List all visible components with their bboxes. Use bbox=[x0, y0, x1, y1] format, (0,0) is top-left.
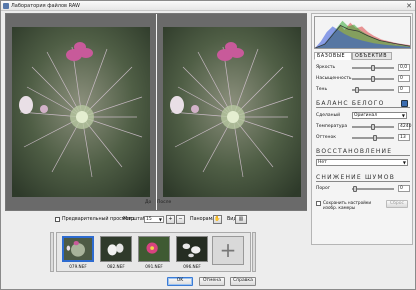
chevron-down-icon: ▼ bbox=[402, 160, 406, 165]
after-label: После bbox=[157, 200, 172, 205]
thumbnail-name: 096.NEF bbox=[183, 264, 201, 269]
save-camera-settings-label: Сохранить настройки изобр. камеры bbox=[323, 200, 372, 210]
after-photo bbox=[163, 27, 301, 197]
temperature-row: Температура 4240 bbox=[316, 123, 411, 131]
shadow-value[interactable]: 0 bbox=[398, 86, 410, 93]
tint-row: Оттенок 13 bbox=[316, 134, 411, 142]
thumbnail-item[interactable]: 096.NEF bbox=[175, 235, 209, 271]
temperature-value[interactable]: 4240 bbox=[398, 123, 411, 130]
restore-select[interactable]: Нет ▼ bbox=[316, 159, 408, 166]
cancel-button[interactable]: Отмена bbox=[199, 277, 225, 286]
tab-lens[interactable]: ОБЪЕКТИВ bbox=[352, 52, 392, 60]
tint-value[interactable]: 13 bbox=[398, 134, 410, 141]
white-balance-title: БАЛАНС БЕЛОГО bbox=[316, 100, 410, 108]
thumbnail-name: 091.NEF bbox=[145, 264, 163, 269]
title-bar: Лаборатория файлов RAW ✕ bbox=[1, 1, 415, 11]
window-title: Лаборатория файлов RAW bbox=[11, 3, 80, 9]
preview-area[interactable] bbox=[5, 13, 307, 211]
thumbnail-name: 079.NEF bbox=[69, 264, 87, 269]
zoom-in-icon[interactable]: + bbox=[166, 215, 175, 224]
thumbnail-image bbox=[100, 236, 132, 262]
tint-label: Оттенок bbox=[316, 135, 336, 140]
brightness-label: Яркость bbox=[316, 65, 336, 70]
before-label: До bbox=[145, 200, 152, 205]
histogram bbox=[314, 16, 411, 49]
save-camera-settings-checkbox[interactable] bbox=[316, 201, 321, 206]
threshold-knob[interactable] bbox=[353, 186, 357, 192]
thumbnail-item[interactable]: 079.NEF bbox=[61, 235, 95, 271]
shadow-knob[interactable] bbox=[355, 87, 360, 93]
hand-icon[interactable]: ✋ bbox=[213, 215, 222, 224]
thumbnail-image bbox=[62, 236, 94, 262]
saturation-label: Насыщенность bbox=[316, 76, 352, 81]
saturation-value[interactable]: 0 bbox=[398, 75, 410, 82]
brightness-slider[interactable] bbox=[352, 65, 394, 71]
tint-slider[interactable] bbox=[352, 135, 394, 141]
threshold-row: Порог 0 bbox=[316, 185, 411, 193]
scale-value: 15 bbox=[146, 217, 152, 222]
zoom-out-icon[interactable]: − bbox=[176, 215, 185, 224]
threshold-label: Порог bbox=[316, 186, 331, 191]
panel-tabs: БАЗОВЫЕ ОБЪЕКТИВ bbox=[314, 52, 411, 60]
after-pane bbox=[157, 14, 307, 210]
raw-lab-window: Лаборатория файлов RAW ✕ До После БАЗОВЫ… bbox=[0, 0, 416, 290]
threshold-slider[interactable] bbox=[352, 186, 394, 192]
chevron-down-icon: ▼ bbox=[401, 113, 405, 118]
brightness-value[interactable]: 0,0 bbox=[398, 64, 410, 71]
restore-title: ВОССТАНОВЛЕНИЕ bbox=[316, 148, 410, 156]
scale-label: Масштаб bbox=[123, 217, 146, 222]
preview-toolbar: Предварительный просмотр Масштаб 15 ▼ + … bbox=[51, 215, 311, 225]
tint-knob[interactable] bbox=[372, 135, 377, 141]
saturation-row: Насыщенность 0 bbox=[316, 75, 411, 83]
plus-icon[interactable]: + bbox=[212, 236, 244, 265]
restore-value: Нет bbox=[318, 160, 327, 165]
before-pane bbox=[6, 14, 156, 210]
shadow-row: Тень 0 bbox=[316, 86, 411, 94]
reset-button[interactable]: Сброс bbox=[386, 200, 408, 208]
help-button[interactable]: Справка bbox=[230, 277, 256, 286]
brightness-row: Яркость 0,0 bbox=[316, 64, 411, 72]
shadow-slider[interactable] bbox=[352, 87, 394, 93]
split-view-icon[interactable]: ▥ bbox=[235, 215, 247, 224]
wb-preset-label: Сделаный bbox=[316, 113, 341, 118]
saturation-slider[interactable] bbox=[352, 76, 394, 82]
threshold-value[interactable]: 0 bbox=[398, 185, 410, 192]
eyedropper-icon[interactable] bbox=[401, 100, 408, 107]
temperature-slider[interactable] bbox=[352, 124, 394, 130]
panorama-label: Панорама bbox=[190, 217, 216, 222]
saturation-knob[interactable] bbox=[371, 76, 375, 82]
temperature-label: Температура bbox=[316, 124, 348, 129]
noise-title: СНИЖЕНИЕ ШУМОВ bbox=[316, 174, 410, 182]
thumbnail-item[interactable]: 082.NEF bbox=[99, 235, 133, 271]
thumbnail-item[interactable]: 091.NEF bbox=[137, 235, 171, 271]
filmstrip-scroll-left[interactable] bbox=[50, 232, 54, 272]
raw-lab-icon bbox=[3, 3, 9, 9]
preview-checkbox[interactable] bbox=[55, 217, 60, 222]
ok-button[interactable]: OK bbox=[167, 277, 193, 286]
before-photo bbox=[12, 27, 150, 197]
filmstrip-scroll-right[interactable] bbox=[252, 232, 256, 272]
brightness-knob[interactable] bbox=[371, 65, 375, 71]
settings-panel: БАЗОВЫЕ ОБЪЕКТИВ Яркость 0,0 Насыщенност… bbox=[311, 13, 413, 245]
chevron-down-icon: ▼ bbox=[158, 217, 162, 222]
temperature-knob[interactable] bbox=[371, 124, 375, 130]
thumbnail-image bbox=[138, 236, 170, 262]
wb-preset-value: Оригинал bbox=[354, 113, 378, 118]
filmstrip: 079.NEF 082.NEF 091.NEF 096.NEF + bbox=[56, 232, 251, 272]
thumbnail-image bbox=[176, 236, 208, 262]
wb-preset-select[interactable]: Оригинал ▼ bbox=[352, 112, 407, 119]
thumbnail-name: 082.NEF bbox=[107, 264, 125, 269]
tab-basic[interactable]: БАЗОВЫЕ bbox=[314, 52, 352, 60]
close-icon[interactable]: ✕ bbox=[406, 2, 412, 10]
scale-select[interactable]: 15 ▼ bbox=[144, 216, 164, 223]
shadow-label: Тень bbox=[316, 87, 328, 92]
